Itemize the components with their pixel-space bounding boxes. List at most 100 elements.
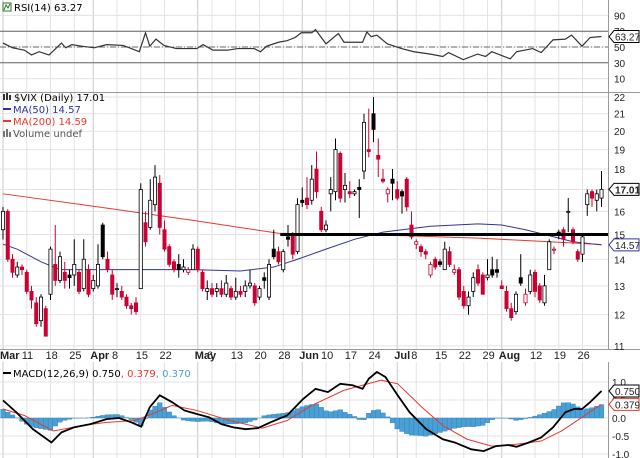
candle <box>171 259 176 273</box>
macd-histogram-bar <box>408 417 415 436</box>
candle <box>475 264 480 286</box>
macd-histogram-bar <box>199 417 206 422</box>
date-tick-label: 28 <box>278 350 290 362</box>
candle <box>96 244 101 289</box>
candle <box>352 189 357 196</box>
candle-body <box>290 234 295 255</box>
candle <box>290 232 295 260</box>
macd-histogram-bar <box>332 410 339 419</box>
candle <box>5 209 10 262</box>
candle <box>566 198 571 233</box>
candle <box>281 249 286 273</box>
macd-histogram-bar <box>266 414 272 419</box>
candle <box>342 173 347 203</box>
macd-histogram-bar <box>313 403 320 419</box>
candle-body <box>129 305 134 310</box>
candle <box>43 305 48 337</box>
macd-histogram-bar <box>195 417 201 422</box>
macd-histogram-bar <box>551 409 557 419</box>
candle-body <box>152 176 157 206</box>
candle-body <box>547 241 552 271</box>
candle <box>72 239 77 286</box>
candle-body <box>257 288 262 298</box>
candle-body <box>376 154 381 160</box>
candle <box>523 288 528 306</box>
candle-body <box>352 191 357 195</box>
candle <box>300 187 305 207</box>
macd-histogram-bar <box>261 415 267 419</box>
date-tick-label: Apr <box>90 350 110 362</box>
candle-body <box>590 191 595 199</box>
candle <box>504 285 509 312</box>
candle-body <box>209 288 214 295</box>
rsi-tick-label: 50 <box>614 43 626 54</box>
candle <box>205 280 210 300</box>
macd-histogram-bar <box>347 413 353 419</box>
candle <box>252 283 257 306</box>
macd-histogram-bar <box>323 410 329 419</box>
candle-body <box>456 269 461 298</box>
candle-body <box>228 288 233 298</box>
candle-body <box>34 302 39 325</box>
candle <box>561 227 566 247</box>
candle <box>323 220 328 233</box>
date-tick-label: 6 <box>207 350 213 362</box>
macd-legend-signal: , 0.379 <box>121 369 156 380</box>
candle <box>186 267 191 275</box>
candle-body <box>138 189 143 290</box>
last-price-badge-text: 17.01 <box>615 185 640 196</box>
candle <box>338 151 343 203</box>
price-tick-label: 20 <box>614 127 626 138</box>
candle-body <box>262 277 267 281</box>
candle-body <box>214 288 219 292</box>
candle <box>528 269 533 295</box>
candle <box>15 261 20 278</box>
date-tick-label: 24 <box>369 350 381 362</box>
candle-body <box>542 285 547 304</box>
candle-body <box>390 178 395 184</box>
candle-body <box>29 291 34 301</box>
candle <box>266 259 271 300</box>
candle-body <box>115 288 120 291</box>
rsi-tick-label: 30 <box>614 59 626 70</box>
candle <box>428 261 433 278</box>
candle <box>138 183 143 290</box>
price-tick-label: 21 <box>614 110 626 121</box>
candle <box>86 264 91 298</box>
candle-body <box>504 291 509 310</box>
macd-histogram-bar <box>247 417 253 422</box>
candlestick-icon <box>3 93 11 100</box>
macd-histogram-bar <box>404 417 410 434</box>
candle-body <box>537 285 542 301</box>
candle <box>542 274 547 306</box>
macd-histogram-bar <box>361 417 367 420</box>
candle-body <box>58 256 63 281</box>
candle-body <box>418 246 423 253</box>
candle <box>214 283 219 298</box>
candle <box>433 256 438 270</box>
candle-body <box>314 168 319 193</box>
price-tick-label: 12 <box>614 311 626 322</box>
macd-histogram-bar <box>109 414 115 419</box>
candle-body <box>585 193 590 206</box>
candle <box>176 254 181 278</box>
candle <box>48 246 53 300</box>
candle <box>590 189 595 207</box>
candle-body <box>200 271 205 290</box>
macd-legend: MACD(12,26,9) 0.750, 0.379, 0.370 <box>3 369 191 380</box>
date-tick-label: 18 <box>46 350 58 362</box>
candle <box>119 285 124 300</box>
candle-body <box>323 224 328 231</box>
candle-body <box>15 266 20 276</box>
macd-histogram-bar <box>0 409 6 419</box>
candle <box>209 283 214 298</box>
date-tick-label: 8 <box>411 350 417 362</box>
candle-body <box>143 222 148 243</box>
candle-body <box>404 178 409 208</box>
candle <box>442 241 447 271</box>
candle <box>404 177 409 212</box>
candle-body <box>580 236 585 255</box>
macd-histogram-bar <box>95 416 101 419</box>
candle <box>110 269 115 300</box>
candle <box>295 198 300 255</box>
